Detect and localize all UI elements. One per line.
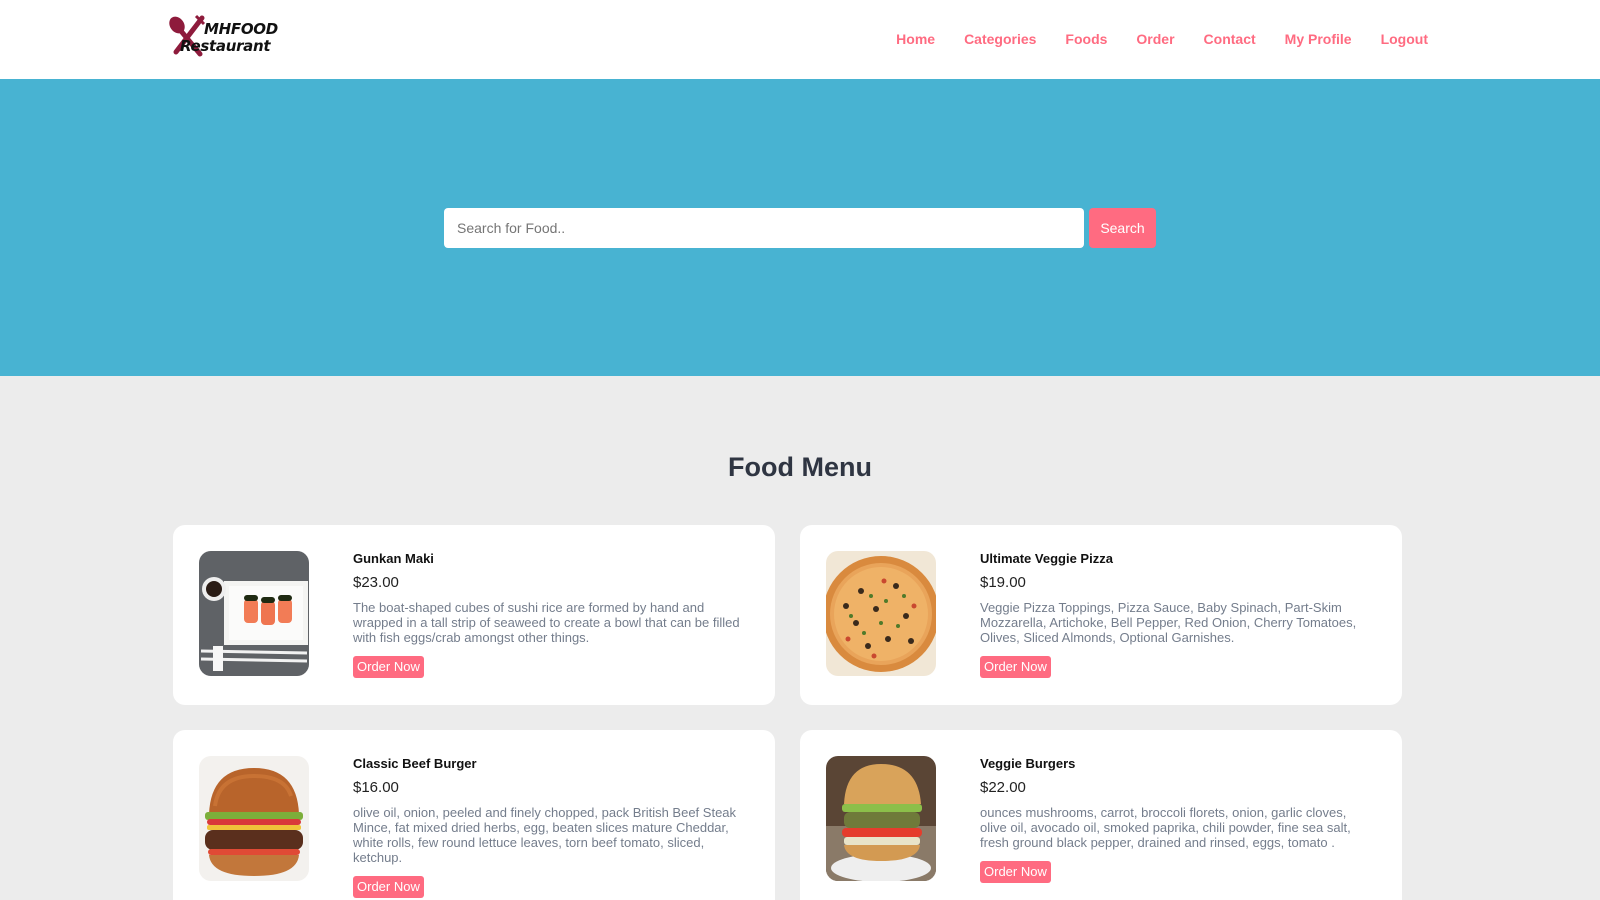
food-name: Ultimate Veggie Pizza (980, 551, 1113, 566)
veggie-burger-image (826, 756, 936, 881)
food-price: $23.00 (353, 574, 399, 591)
food-search-section: Search (0, 79, 1600, 376)
food-name: Veggie Burgers (980, 756, 1076, 771)
food-description: The boat-shaped cubes of sushi rice are … (353, 600, 740, 645)
nav-order-link[interactable]: Order (1136, 31, 1174, 47)
food-search-input[interactable] (444, 208, 1084, 248)
food-menu-title: Food Menu (728, 452, 872, 482)
nav-contact-link[interactable]: Contact (1204, 31, 1256, 47)
beef-burger-image (199, 756, 309, 881)
order-now-button[interactable]: Order Now (980, 861, 1051, 883)
food-card-gunkan-maki: Gunkan Maki $23.00 The boat-shaped cubes… (173, 525, 775, 705)
food-description: olive oil, onion, peeled and finely chop… (353, 805, 737, 865)
brand-logo[interactable]: MHFOOD Restaurant (166, 14, 290, 58)
food-card-classic-beef-burger: Classic Beef Burger $16.00 olive oil, on… (173, 730, 775, 900)
pizza-image (826, 551, 936, 676)
order-now-button[interactable]: Order Now (353, 656, 424, 678)
navbar: MHFOOD Restaurant Home Categories Foods … (0, 0, 1600, 79)
food-card-veggie-burgers: Veggie Burgers $22.00 ounces mushrooms, … (800, 730, 1402, 900)
brand-name-line1: MHFOOD (204, 20, 278, 38)
food-price: $22.00 (980, 779, 1026, 796)
nav-home-link[interactable]: Home (896, 31, 935, 47)
food-card-ultimate-veggie-pizza: Ultimate Veggie Pizza $19.00 Veggie Pizz… (800, 525, 1402, 705)
food-name: Gunkan Maki (353, 551, 434, 566)
nav-logout-link[interactable]: Logout (1381, 31, 1428, 47)
brand-name-line2: Restaurant (180, 37, 271, 55)
food-price: $16.00 (353, 779, 399, 796)
order-now-button[interactable]: Order Now (980, 656, 1051, 678)
main-nav: Home Categories Foods Order Contact My P… (867, 31, 1428, 47)
order-now-button[interactable]: Order Now (353, 876, 424, 898)
search-button[interactable]: Search (1089, 208, 1156, 248)
food-price: $19.00 (980, 574, 1026, 591)
nav-my-profile-link[interactable]: My Profile (1285, 31, 1352, 47)
nav-categories-link[interactable]: Categories (964, 31, 1036, 47)
food-name: Classic Beef Burger (353, 756, 477, 771)
food-description: ounces mushrooms, carrot, broccoli flore… (980, 805, 1351, 850)
sushi-image (199, 551, 309, 676)
food-description: Veggie Pizza Toppings, Pizza Sauce, Baby… (980, 600, 1357, 645)
nav-foods-link[interactable]: Foods (1065, 31, 1107, 47)
